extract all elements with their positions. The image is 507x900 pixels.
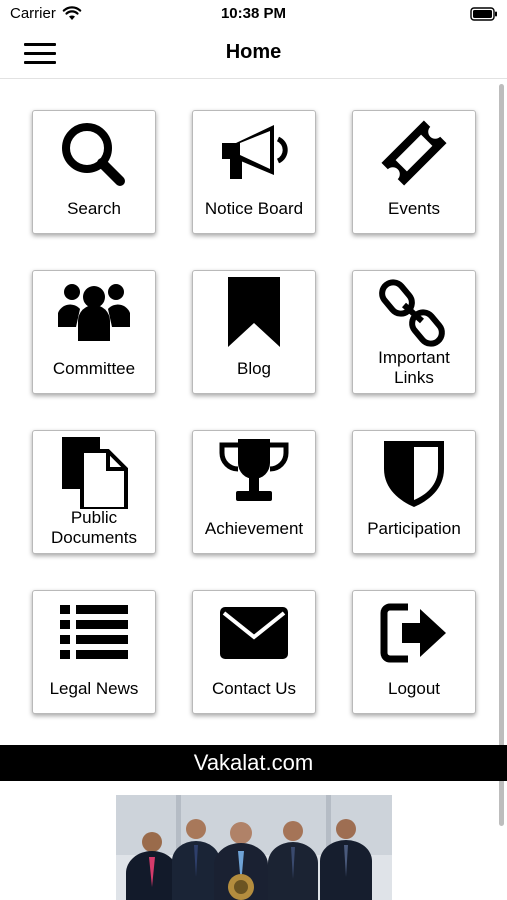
list-icon xyxy=(54,597,134,669)
logout-tile[interactable]: Logout xyxy=(352,590,476,714)
achievement-tile[interactable]: Achievement xyxy=(192,430,316,554)
logout-label: Logout xyxy=(388,679,440,698)
megaphone-icon xyxy=(214,117,294,189)
legal-news-label: Legal News xyxy=(49,679,139,698)
shield-icon xyxy=(374,437,454,509)
documents-icon xyxy=(54,437,134,511)
battery-icon xyxy=(470,7,498,21)
search-tile[interactable]: Search xyxy=(32,110,156,234)
menu-grid: Search Notice Board Events Committee Blo… xyxy=(0,80,507,740)
logout-icon xyxy=(374,597,454,669)
trophy-icon xyxy=(214,437,294,509)
participation-tile[interactable]: Participation xyxy=(352,430,476,554)
status-time: 10:38 PM xyxy=(220,5,287,22)
blog-tile[interactable]: Blog xyxy=(192,270,316,394)
contact-us-label: Contact Us xyxy=(211,679,297,698)
participation-label: Participation xyxy=(367,519,461,538)
committee-tile[interactable]: Committee xyxy=(32,270,156,394)
search-icon xyxy=(54,117,134,189)
navigation-bar: Home xyxy=(0,28,507,79)
public-documents-label: Public Documents xyxy=(51,508,137,547)
search-label: Search xyxy=(67,199,121,218)
contact-us-tile[interactable]: Contact Us xyxy=(192,590,316,714)
notice-board-label: Notice Board xyxy=(204,199,304,218)
notice-board-tile[interactable]: Notice Board xyxy=(192,110,316,234)
public-documents-tile[interactable]: Public Documents xyxy=(32,430,156,554)
scrollbar[interactable] xyxy=(499,84,504,826)
legal-news-tile[interactable]: Legal News xyxy=(32,590,156,714)
status-bar: Carrier 10:38 PM xyxy=(0,0,507,28)
site-banner: Vakalat.com xyxy=(0,745,507,781)
important-links-tile[interactable]: Important Links xyxy=(352,270,476,394)
bookmark-icon xyxy=(214,277,294,349)
users-icon xyxy=(54,277,134,349)
banner-text: Vakalat.com xyxy=(193,750,314,775)
group-photo xyxy=(116,795,392,900)
ticket-icon xyxy=(374,117,454,189)
events-tile[interactable]: Events xyxy=(352,110,476,234)
events-label: Events xyxy=(388,199,440,218)
page-title: Home xyxy=(225,41,282,63)
important-links-label: Important Links xyxy=(378,348,450,387)
committee-label: Committee xyxy=(52,359,136,378)
envelope-icon xyxy=(214,597,294,669)
link-icon xyxy=(374,277,454,349)
blog-label: Blog xyxy=(236,359,272,378)
achievement-label: Achievement xyxy=(204,519,304,538)
